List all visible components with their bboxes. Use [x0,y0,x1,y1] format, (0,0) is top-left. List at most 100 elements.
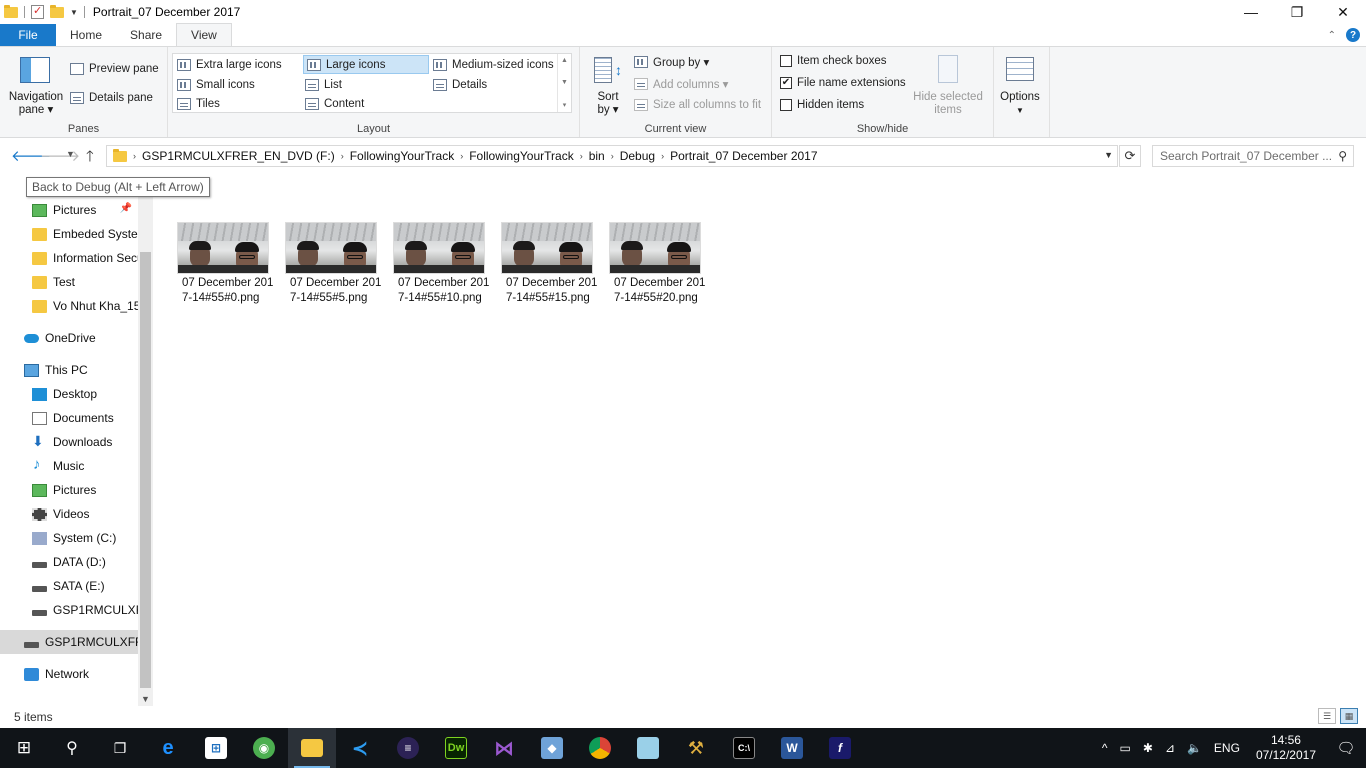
pin-icon[interactable]: 📌 [120,203,132,214]
nav-pane-scrollbar[interactable]: ▼ [138,196,153,706]
minimize-button[interactable]: — [1228,0,1274,24]
taskbar-app[interactable]: ⋈ [480,728,528,768]
collapse-ribbon-icon[interactable]: ⌃ [1328,30,1336,41]
taskbar-app[interactable]: ⊞ [192,728,240,768]
breadcrumb-separator-icon[interactable]: › [133,151,136,161]
breadcrumb[interactable]: Debug [620,149,655,163]
options-button[interactable]: Options ▼ [994,91,1046,117]
sidebar-item-pictures[interactable]: Pictures [0,478,138,502]
breadcrumb-separator-icon[interactable]: › [611,151,614,161]
chevron-up-icon[interactable]: ^ [1102,741,1108,755]
breadcrumb[interactable]: Portrait_07 December 2017 [670,149,817,163]
breadcrumb[interactable]: GSP1RMCULXFRER_EN_DVD (F:) [142,149,335,163]
layout-tiles[interactable]: Tiles [177,95,220,113]
sidebar-item-documents[interactable]: Documents [0,406,138,430]
sidebar-item-this-pc[interactable]: This PC [0,358,138,382]
taskbar-app[interactable]: ≺ [336,728,384,768]
breadcrumb[interactable]: FollowingYourTrack [469,149,574,163]
layout-small-icons[interactable]: Small icons [177,76,255,94]
breadcrumb[interactable]: bin [589,149,605,163]
sidebar-item-network[interactable]: Network [0,662,138,686]
preview-pane-button[interactable]: Preview pane [70,63,159,75]
taskbar-app[interactable]: ≡ [384,728,432,768]
sidebar-item-dvd-f[interactable]: GSP1RMCULXFRER_EN_DVD (F:) [0,598,138,622]
sidebar-item-videos[interactable]: Videos [0,502,138,526]
breadcrumb-separator-icon[interactable]: › [580,151,583,161]
volume-icon[interactable]: 🔈 [1187,741,1202,755]
breadcrumb-separator-icon[interactable]: › [661,151,664,161]
up-button[interactable]: 🡑 [86,146,94,171]
taskbar-app[interactable] [576,728,624,768]
group-by-button[interactable]: Group by ▾ [634,55,709,69]
sidebar-item-onedrive[interactable]: OneDrive [0,326,138,350]
language-indicator[interactable]: ENG [1214,741,1240,755]
sidebar-item-dvd-root[interactable]: GSP1RMCULXFRER_EN_DVD (F:) [0,630,138,654]
taskbar-app[interactable] [624,728,672,768]
item-check-boxes-toggle[interactable]: Item check boxes [780,55,886,67]
breadcrumb-separator-icon[interactable]: › [460,151,463,161]
sidebar-item-test[interactable]: Test [0,270,138,294]
sort-by-button[interactable]: Sort by ▾ [590,91,626,117]
file-name-extensions-checkbox[interactable]: ✔ [780,77,792,89]
file-item[interactable]: 07 December 2017-14#55#15.png [488,220,597,330]
task-view-button[interactable]: ❐ [96,728,144,768]
breadcrumb[interactable]: FollowingYourTrack [350,149,455,163]
layout-content[interactable]: Content [305,95,364,113]
expand-gallery-icon[interactable]: ▾ [563,101,567,109]
taskbar-app-file-explorer[interactable] [288,728,336,768]
sidebar-item-information-security[interactable]: Information Security [0,246,138,270]
size-columns-button[interactable]: Size all columns to fit [634,99,761,111]
taskbar-app[interactable]: C:\ [720,728,768,768]
chevron-up-icon[interactable]: ▲ [561,57,568,64]
address-bar[interactable]: › GSP1RMCULXFRER_EN_DVD (F:) › Following… [106,145,1118,167]
hide-selected-button[interactable]: Hide selected items [912,91,984,117]
taskbar-app[interactable]: ◉ [240,728,288,768]
add-columns-button[interactable]: Add columns ▾ [634,77,728,91]
taskbar-app[interactable]: Dw [432,728,480,768]
start-button[interactable]: ⊞ [0,728,48,768]
chevron-down-icon[interactable]: ▼ [138,694,153,704]
file-item[interactable]: 07 December 2017-14#55#20.png [596,220,705,330]
sidebar-item-embeded-system[interactable]: Embeded System [0,222,138,246]
file-item[interactable]: 07 December 2017-14#55#0.png [164,220,273,330]
navigation-pane-button[interactable]: Navigation pane ▾ [6,91,66,117]
tab-file[interactable]: File [0,24,56,46]
notification-icon[interactable]: 🗨 [1326,739,1366,757]
taskbar-app[interactable]: ◆ [528,728,576,768]
details-view-button[interactable]: ☰ [1318,708,1336,724]
file-name-extensions-toggle[interactable]: ✔ File name extensions [780,77,906,89]
layout-details[interactable]: Details [433,76,487,94]
network-icon[interactable]: ⊿ [1165,741,1175,755]
search-input[interactable]: Search Portrait_07 December ... ⚲ [1152,145,1354,167]
breadcrumb-separator-icon[interactable]: › [341,151,344,161]
sidebar-item-sata-e[interactable]: SATA (E:) [0,574,138,598]
tab-home[interactable]: Home [56,24,116,46]
clock[interactable]: 14:56 07/12/2017 [1256,733,1316,763]
layout-extra-large-icons[interactable]: Extra large icons [177,56,282,74]
customize-toolbar-icon[interactable]: ▼ [70,8,78,17]
tab-share[interactable]: Share [116,24,176,46]
chevron-down-icon[interactable]: ▼ [1104,150,1113,160]
battery-icon[interactable]: ▭ [1120,741,1131,755]
restore-button[interactable]: ❐ [1274,0,1320,24]
taskbar-app[interactable]: e [144,728,192,768]
sidebar-item-quick-pictures[interactable]: Pictures 📌 [0,198,138,222]
layout-large-icons[interactable]: Large icons [303,55,429,74]
sidebar-item-vo-nhut-kha[interactable]: Vo Nhut Kha_15 [0,294,138,318]
scrollbar-thumb[interactable] [140,252,151,688]
refresh-button[interactable]: ⟳ [1119,145,1141,167]
layout-medium-icons[interactable]: Medium-sized icons [433,56,554,74]
sidebar-item-desktop[interactable]: Desktop [0,382,138,406]
taskbar-app[interactable]: f [816,728,864,768]
sidebar-item-data-d[interactable]: DATA (D:) [0,550,138,574]
recent-locations-icon[interactable]: ▼ [66,149,75,159]
layout-list[interactable]: List [305,76,342,94]
details-pane-button[interactable]: Details pane [70,92,153,104]
chevron-down-icon[interactable]: ▼ [561,79,568,86]
tab-view[interactable]: View [176,23,232,46]
item-check-boxes-checkbox[interactable] [780,55,792,67]
search-button[interactable]: ⚲ [48,728,96,768]
properties-icon[interactable] [31,4,44,19]
sidebar-item-music[interactable]: Music [0,454,138,478]
sidebar-item-downloads[interactable]: Downloads [0,430,138,454]
